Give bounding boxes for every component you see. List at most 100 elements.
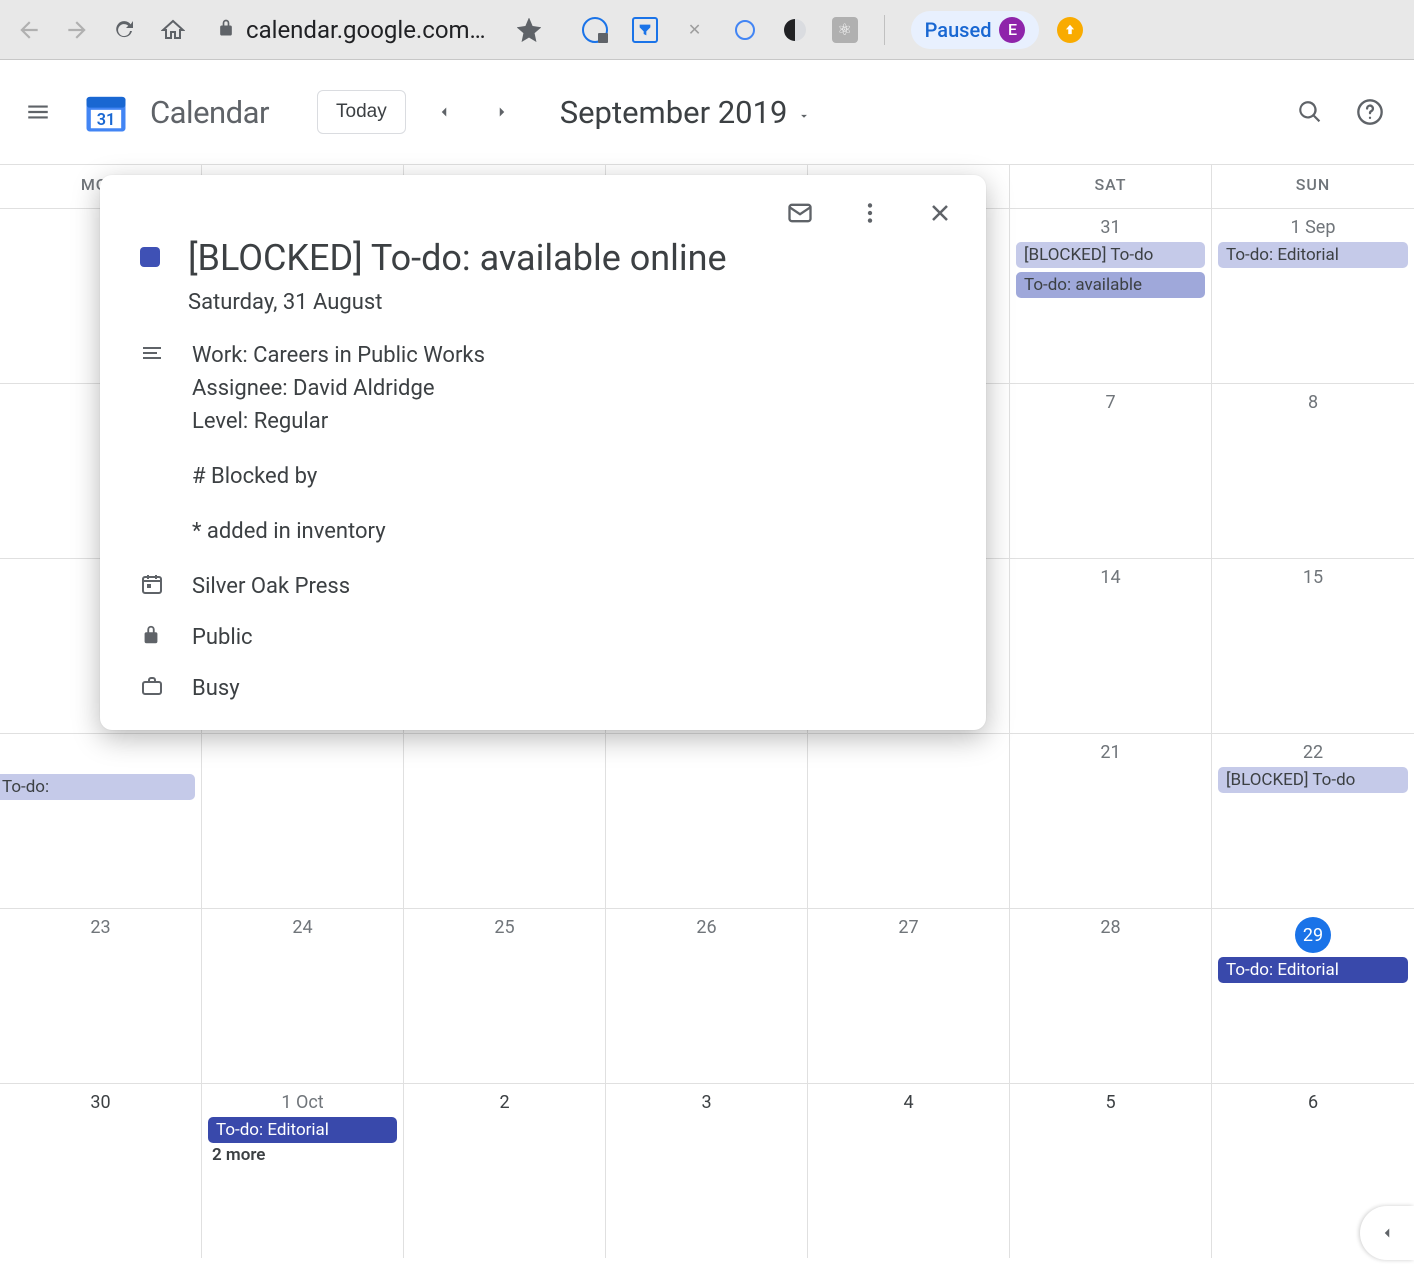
- event-chip[interactable]: To-do: Editorial: [1218, 242, 1408, 268]
- day-cell[interactable]: 23: [0, 908, 202, 1083]
- day-cell[interactable]: 2: [404, 1083, 606, 1258]
- weekday-cell: SAT: [1010, 165, 1212, 208]
- event-date: Saturday, 31 August: [188, 290, 727, 315]
- availability-value: Busy: [192, 676, 240, 701]
- day-cell[interactable]: 1 Oct To-do: Editorial 2 more: [202, 1083, 404, 1258]
- day-cell[interactable]: 1 Sep To-do: Editorial: [1212, 208, 1414, 383]
- next-period-icon[interactable]: [482, 92, 522, 132]
- calendar-header: 31 Calendar Today September 2019: [0, 60, 1414, 165]
- day-cell[interactable]: 4: [808, 1083, 1010, 1258]
- ext-icon-1[interactable]: [582, 17, 608, 43]
- event-chip[interactable]: [BLOCKED] To-do: [1218, 767, 1408, 793]
- day-cell[interactable]: [606, 733, 808, 908]
- day-number: 5: [1010, 1092, 1211, 1113]
- day-number: 1 Oct: [202, 1092, 403, 1113]
- ext-icon-4[interactable]: [732, 17, 758, 43]
- email-icon[interactable]: [782, 195, 818, 231]
- event-chip[interactable]: To-do: Editorial: [208, 1117, 397, 1143]
- day-number: 21: [1010, 742, 1211, 763]
- app-title: Calendar: [150, 94, 269, 131]
- weekday-cell: SUN: [1212, 165, 1414, 208]
- day-cell[interactable]: 27: [808, 908, 1010, 1083]
- lock-icon: [140, 624, 164, 650]
- day-cell[interactable]: [808, 733, 1010, 908]
- day-cell[interactable]: To-do:: [0, 733, 202, 908]
- today-button[interactable]: Today: [317, 90, 406, 134]
- day-cell[interactable]: 30: [0, 1083, 202, 1258]
- desc-line: # Blocked by: [192, 460, 485, 493]
- day-cell[interactable]: 3: [606, 1083, 808, 1258]
- ext-icon-3[interactable]: ✕: [682, 17, 708, 43]
- day-number: 25: [404, 917, 605, 938]
- home-icon[interactable]: [158, 15, 188, 45]
- nav-fwd-icon[interactable]: [62, 15, 92, 45]
- chevron-down-icon: [797, 94, 811, 131]
- lock-icon: [216, 18, 236, 42]
- day-number: 28: [1010, 917, 1211, 938]
- day-number: 2: [404, 1092, 605, 1113]
- prev-period-icon[interactable]: [424, 92, 464, 132]
- svg-text:31: 31: [97, 110, 116, 129]
- update-icon[interactable]: [1057, 17, 1083, 43]
- range-label: September 2019: [560, 94, 788, 131]
- day-number: 23: [0, 917, 201, 938]
- day-cell[interactable]: 26: [606, 908, 808, 1083]
- help-icon[interactable]: [1354, 96, 1386, 128]
- toolbar-separator: [884, 15, 885, 45]
- day-number: 8: [1212, 392, 1414, 413]
- day-number: 30: [0, 1092, 201, 1113]
- day-cell[interactable]: 24: [202, 908, 404, 1083]
- day-number: 7: [1010, 392, 1211, 413]
- ext-icon-2[interactable]: [632, 17, 658, 43]
- side-panel-toggle-icon[interactable]: [1360, 1206, 1414, 1260]
- day-cell[interactable]: 31 [BLOCKED] To-do To-do: available: [1010, 208, 1212, 383]
- event-chip[interactable]: To-do: available: [1016, 272, 1205, 298]
- desc-line: Assignee: David Aldridge: [192, 372, 485, 405]
- desc-line: Work: Careers in Public Works: [192, 339, 485, 372]
- reload-icon[interactable]: [110, 15, 140, 45]
- day-cell[interactable]: 5: [1010, 1083, 1212, 1258]
- day-number: 24: [202, 917, 403, 938]
- desc-line: Level: Regular: [192, 405, 485, 438]
- day-cell[interactable]: [404, 733, 606, 908]
- date-range[interactable]: September 2019: [560, 94, 812, 131]
- avatar: E: [999, 17, 1025, 43]
- day-cell[interactable]: 7: [1010, 383, 1212, 558]
- nav-back-icon[interactable]: [14, 15, 44, 45]
- event-popover: [BLOCKED] To-do: available online Saturd…: [100, 175, 986, 730]
- day-number: 1 Sep: [1212, 217, 1414, 238]
- address-bar[interactable]: calendar.google.com…: [216, 16, 486, 44]
- close-icon[interactable]: [922, 195, 958, 231]
- ext-icon-5[interactable]: [782, 17, 808, 43]
- briefcase-icon: [140, 674, 164, 702]
- day-number: 14: [1010, 567, 1211, 588]
- profile-paused[interactable]: Paused E: [911, 11, 1040, 49]
- day-cell[interactable]: 22 [BLOCKED] To-do: [1212, 733, 1414, 908]
- event-chip[interactable]: [BLOCKED] To-do: [1016, 242, 1205, 268]
- menu-icon[interactable]: [14, 88, 62, 136]
- more-options-icon[interactable]: [852, 195, 888, 231]
- description-icon: [140, 341, 164, 548]
- day-number: 6: [1212, 1092, 1414, 1113]
- day-number: 27: [808, 917, 1009, 938]
- more-events[interactable]: 2 more: [212, 1145, 397, 1165]
- day-cell[interactable]: 8: [1212, 383, 1414, 558]
- day-cell[interactable]: 21: [1010, 733, 1212, 908]
- day-cell[interactable]: [202, 733, 404, 908]
- event-chip[interactable]: To-do: Editorial: [1218, 957, 1408, 983]
- day-number-today: 29: [1295, 917, 1331, 953]
- day-cell[interactable]: 14: [1010, 558, 1212, 733]
- event-color-swatch: [140, 247, 160, 267]
- day-cell[interactable]: 28: [1010, 908, 1212, 1083]
- star-icon[interactable]: [514, 15, 544, 45]
- search-icon[interactable]: [1294, 96, 1326, 128]
- day-cell[interactable]: 29 To-do: Editorial: [1212, 908, 1414, 1083]
- visibility-value: Public: [192, 625, 253, 650]
- day-number: 22: [1212, 742, 1414, 763]
- ext-icon-6[interactable]: ⚛: [832, 17, 858, 43]
- calendar-logo-icon: 31: [80, 86, 132, 138]
- day-number: 31: [1010, 217, 1211, 238]
- event-chip[interactable]: To-do:: [0, 774, 195, 800]
- day-cell[interactable]: 25: [404, 908, 606, 1083]
- day-cell[interactable]: 15: [1212, 558, 1414, 733]
